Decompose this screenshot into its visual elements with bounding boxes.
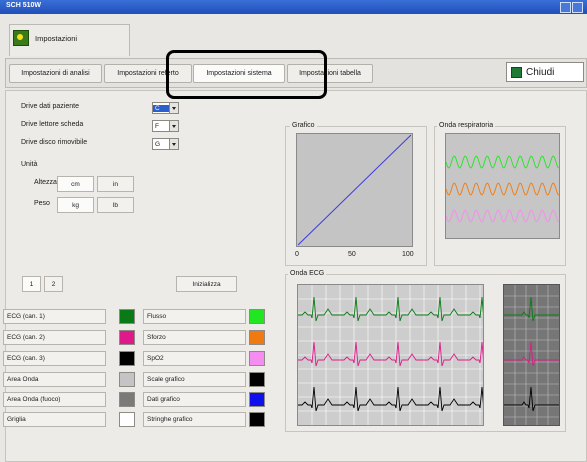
respiratory-effort-trace xyxy=(445,182,560,196)
height-unit-in-button[interactable]: in xyxy=(97,176,134,192)
color-ecg-ch2-swatch[interactable] xyxy=(119,330,135,345)
ecg-waves xyxy=(298,285,501,425)
ecg-preview-title: Onda ECG xyxy=(288,270,327,277)
reset-button[interactable]: Inizializza xyxy=(176,276,237,292)
page-2-button[interactable]: 2 xyxy=(44,276,63,292)
color-ecg-ch3-button[interactable]: ECG (can. 3) xyxy=(3,351,106,366)
page-1-button[interactable]: 1 xyxy=(22,276,41,292)
drive-removable-select[interactable]: G xyxy=(152,138,179,150)
ecg-focus-preview-area xyxy=(503,284,560,426)
color-ecg-ch1-swatch[interactable] xyxy=(119,309,135,324)
drive-removable-value: G xyxy=(155,140,161,148)
respiratory-flow-trace xyxy=(445,155,560,169)
chevron-down-icon xyxy=(169,103,178,113)
title-bar: SCH 510W xyxy=(0,0,587,14)
graph-preview-area xyxy=(296,133,413,247)
close-button-label: Chiudi xyxy=(526,66,555,78)
units-title: Unità xyxy=(21,161,38,168)
height-label: Altezza xyxy=(34,179,57,186)
respiratory-waves xyxy=(445,155,560,223)
minimize-button[interactable] xyxy=(560,2,571,13)
close-window-button[interactable] xyxy=(572,2,583,13)
color-ecg-ch1-button[interactable]: ECG (can. 1) xyxy=(3,309,106,324)
drive-patient-value: C xyxy=(153,104,169,112)
highlight-box xyxy=(166,50,327,99)
color-graph-data-swatch[interactable] xyxy=(249,392,265,407)
height-unit-cm-button[interactable]: cm xyxy=(57,176,94,192)
color-graph-strings-swatch[interactable] xyxy=(249,412,265,427)
graph-preview-title: Grafico xyxy=(290,122,317,129)
color-graph-strings-button[interactable]: Stringhe grafico xyxy=(143,412,246,427)
color-graph-scale-button[interactable]: Scale grafico xyxy=(143,372,246,387)
respiratory-spo2-trace xyxy=(445,209,560,223)
ecg-focus-ch1-trace xyxy=(504,296,559,322)
chevron-down-icon xyxy=(169,121,178,131)
drive-card-reader-select[interactable]: F xyxy=(152,120,179,132)
color-flow-button[interactable]: Flusso xyxy=(143,309,246,324)
color-wave-area-focus-swatch[interactable] xyxy=(119,392,135,407)
graph-tick-100: 100 xyxy=(402,251,414,258)
weight-label: Peso xyxy=(34,200,50,207)
color-effort-swatch[interactable] xyxy=(249,330,265,345)
drive-patient-select[interactable]: C xyxy=(152,102,179,114)
window-controls xyxy=(560,2,583,13)
drive-removable-label: Drive disco rimovibile xyxy=(21,139,88,146)
drive-patient-label: Drive dati paziente xyxy=(21,103,79,110)
color-effort-button[interactable]: Sforzo xyxy=(143,330,246,345)
ecg-focus-ch3-trace xyxy=(504,386,559,412)
color-wave-area-focus-button[interactable]: Area Onda (fuoco) xyxy=(3,392,106,407)
drive-card-reader-value: F xyxy=(155,122,159,130)
settings-gear-icon xyxy=(13,30,29,46)
respiratory-preview-title: Onda respiratoria xyxy=(437,122,496,129)
exit-icon xyxy=(511,66,522,78)
color-ecg-ch3-swatch[interactable] xyxy=(119,351,135,366)
color-wave-area-swatch[interactable] xyxy=(119,372,135,387)
color-wave-area-button[interactable]: Area Onda xyxy=(3,372,106,387)
color-graph-data-button[interactable]: Dati grafico xyxy=(143,392,246,407)
chevron-down-icon xyxy=(169,139,178,149)
ecg-focus-waves xyxy=(504,285,559,425)
color-spo2-swatch[interactable] xyxy=(249,351,265,366)
window-title: SCH 510W xyxy=(6,2,42,9)
color-ecg-ch2-button[interactable]: ECG (can. 2) xyxy=(3,330,106,345)
close-button[interactable]: Chiudi xyxy=(506,62,584,82)
ecg-preview-area xyxy=(297,284,501,426)
weight-unit-kg-button[interactable]: kg xyxy=(57,197,94,213)
color-graph-scale-swatch[interactable] xyxy=(249,372,265,387)
graph-line xyxy=(297,134,412,246)
drive-card-reader-label: Drive lettore scheda xyxy=(21,121,84,128)
page-title: Impostazioni xyxy=(35,34,78,43)
weight-unit-lb-button[interactable]: lb xyxy=(97,197,134,213)
color-flow-swatch[interactable] xyxy=(249,309,265,324)
ecg-focus-ch2-trace xyxy=(504,341,559,367)
graph-tick-0: 0 xyxy=(295,251,299,258)
color-spo2-button[interactable]: SpO2 xyxy=(143,351,246,366)
color-grid-swatch[interactable] xyxy=(119,412,135,427)
graph-tick-50: 50 xyxy=(348,251,356,258)
tab-analysis-settings[interactable]: Impostazioni di analisi xyxy=(9,64,102,83)
respiratory-preview-area xyxy=(445,133,560,239)
color-grid-button[interactable]: Griglia xyxy=(3,412,106,427)
